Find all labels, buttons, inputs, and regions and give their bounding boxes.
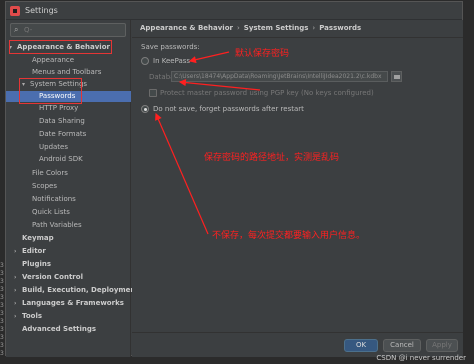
sidebar-item-keymap[interactable]: Keymap [6,233,131,244]
sidebar-item-label: Version Control [22,273,83,281]
sidebar-item-scopes[interactable]: Scopes [6,181,131,192]
sidebar-item-android-sdk[interactable]: Android SDK [6,154,131,165]
sidebar-item-label: File Colors [32,169,68,177]
sidebar-item-date-formats[interactable]: Date Formats [6,129,131,140]
intellij-app-icon [10,5,20,16]
chevron-right-icon: › [14,300,17,307]
sidebar-item-label: Menus and Toolbars [32,68,102,76]
sidebar-item-label: Keymap [22,234,54,242]
sidebar-item-label: Advanced Settings [22,325,97,333]
sidebar-item-path-variables[interactable]: Path Variables [6,220,131,231]
sidebar-item-file-colors[interactable]: File Colors [6,168,131,179]
apply-button[interactable]: Apply [426,339,458,352]
sidebar-item-label: Appearance [32,56,75,64]
sidebar-item-label: Tools [22,312,43,320]
sidebar-item-languages-frameworks[interactable]: › Languages & Frameworks [6,298,131,309]
sidebar-item-notifications[interactable]: Notifications [6,194,131,205]
sidebar-item-label: Data Sharing [39,117,85,125]
chevron-right-icon: › [14,313,17,320]
sidebar-item-label: Path Variables [32,221,82,229]
sidebar-item-editor[interactable]: › Editor [6,246,131,257]
sidebar-item-tools[interactable]: › Tools [6,311,131,322]
annotation-arrows [155,51,261,235]
sidebar-item-label: Languages & Frameworks [22,299,124,307]
highlight-box-appearance [9,40,112,54]
settings-search[interactable]: ⌕ [10,23,126,37]
sidebar-item-label: Scopes [32,182,57,190]
ok-button[interactable]: OK [344,339,378,352]
sidebar-item-version-control[interactable]: › Version Control [6,272,131,283]
sidebar-item-updates[interactable]: Updates [6,142,131,153]
annotation-path: 保存密码的路径地址，实测是乱码 [204,153,340,163]
sidebar-item-advanced-settings[interactable]: Advanced Settings [6,324,131,335]
highlight-box-system-settings [19,78,82,104]
arrow-default [188,51,230,64]
window-title: Settings [25,6,58,15]
sidebar-item-label: Android SDK [39,155,83,163]
sidebar-item-http-proxy[interactable]: HTTP Proxy [6,103,131,114]
sidebar-item-appearance[interactable]: Appearance [6,55,131,66]
arrow-nosave [155,112,209,235]
watermark: CSDN @i never surrender [376,354,466,362]
sidebar-item-plugins[interactable]: Plugins [6,259,131,270]
sidebar-item-label: Date Formats [39,130,87,138]
sidebar-item-menus-toolbars[interactable]: Menus and Toolbars [6,67,131,78]
sidebar-item-label: Notifications [32,195,76,203]
chevron-right-icon: › [14,274,17,281]
search-icon: ⌕ [14,25,19,34]
annotation-default: 默认保存密码 [235,49,290,59]
cancel-button[interactable]: Cancel [383,339,421,352]
passwords-panel: Appearance & Behavior › System Settings › Pa… [132,20,463,332]
title-bar[interactable]: Settings [6,2,462,20]
sidebar-item-label: Plugins [22,260,52,268]
sidebar-item-quick-lists[interactable]: Quick Lists [6,207,131,218]
sidebar-item-data-sharing[interactable]: Data Sharing [6,116,131,127]
annotation-nosave: 不保存，每次提交都要输入用户信息。 [212,231,366,241]
sidebar-item-label: Build, Execution, Deployment [22,286,139,294]
sidebar-item-label: Editor [22,247,46,255]
chevron-right-icon: › [14,248,17,255]
settings-dialog: Settings ⌕ ▾Appearance & Behavior Appear… [5,1,463,357]
chevron-right-icon: › [14,287,17,294]
settings-sidebar: ⌕ ▾Appearance & Behavior Appearance Menu… [6,20,139,357]
sidebar-item-label: HTTP Proxy [39,104,79,112]
search-input[interactable] [24,26,119,34]
sidebar-item-label: Updates [39,143,68,151]
sidebar-item-build-execution[interactable]: › Build, Execution, Deployment [6,285,139,296]
sidebar-item-label: Quick Lists [32,208,70,216]
arrow-path [178,79,261,91]
